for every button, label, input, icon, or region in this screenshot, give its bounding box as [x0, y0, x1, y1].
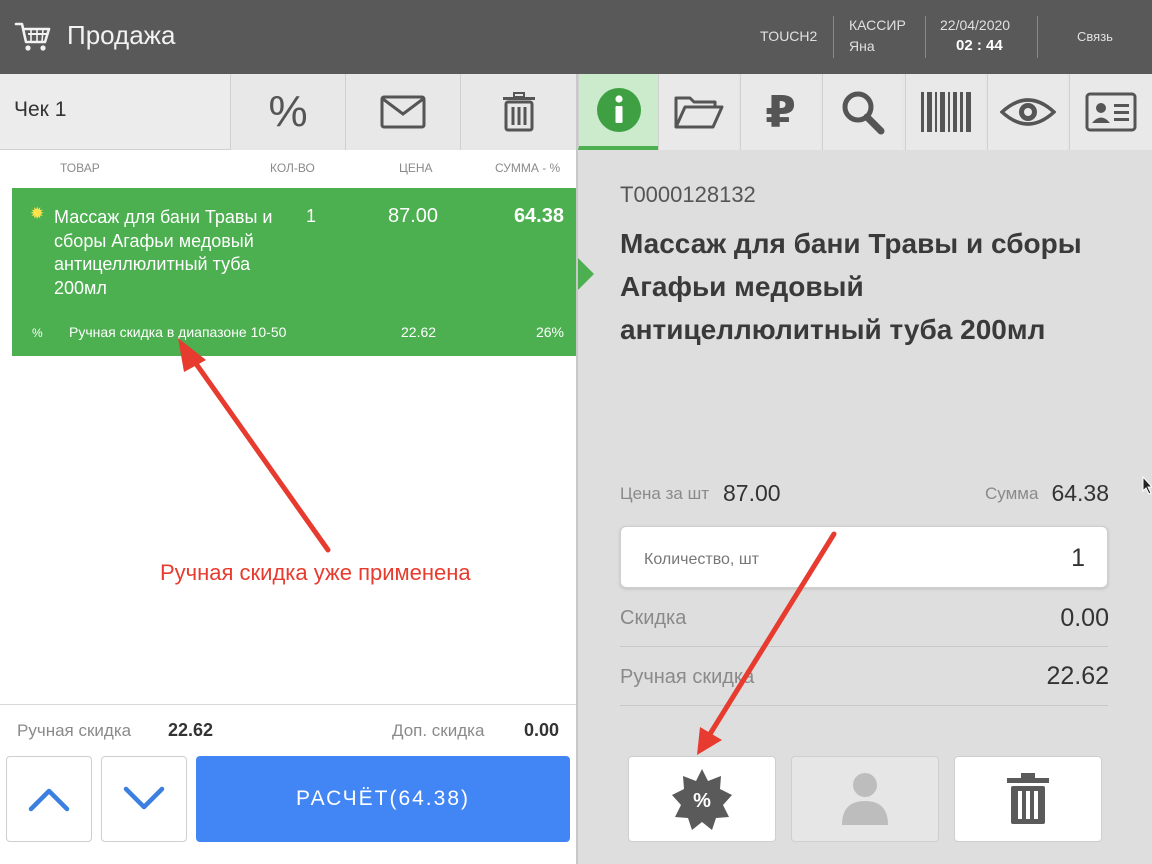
item-qty: 1	[306, 206, 317, 226]
search-icon	[842, 91, 884, 135]
id-card-icon	[1085, 92, 1137, 132]
pay-button[interactable]: РАСЧЁТ(64.38)	[196, 756, 570, 842]
item-sum: 64.38	[513, 205, 564, 227]
divider	[833, 16, 834, 58]
item-discount-button[interactable]: %	[628, 756, 776, 842]
manual-discount-value: 22.62	[168, 720, 214, 740]
sun-icon: ✹	[30, 204, 45, 223]
delete-item-button[interactable]	[954, 756, 1102, 842]
receipt-toolbar: Чек 1 %	[0, 74, 576, 150]
tab-barcode[interactable]	[905, 74, 985, 150]
folder-icon	[674, 96, 723, 129]
sum-value: 64.38	[1051, 480, 1109, 506]
ruble-icon: ₽	[765, 87, 796, 137]
receipt-discount-button[interactable]: %	[230, 74, 345, 150]
trash-icon	[502, 92, 535, 132]
divider	[925, 16, 926, 58]
top-bar: Продажа TOUCH2 КАССИР Яна 22/04/2020 02 …	[0, 0, 1152, 74]
product-name: Массаж для бани Травы и сборы Агафьи мед…	[620, 228, 1082, 345]
eye-icon	[999, 98, 1056, 126]
cashier-title: КАССИР	[849, 17, 906, 33]
quantity-field[interactable]: Количество, шт 1	[620, 526, 1108, 588]
unit-price-value: 87.00	[723, 480, 781, 506]
manual-discount-label: Ручная скидка	[620, 666, 755, 688]
cashier-name: Яна	[849, 38, 875, 54]
item-name: Массаж для бани Травы и сборы Агафьи мед…	[54, 207, 273, 298]
connection-button[interactable]: Связь	[1077, 29, 1113, 44]
divider	[0, 704, 576, 705]
quantity-value: 1	[1071, 544, 1085, 572]
discount-value: 0.00	[1060, 604, 1109, 632]
scroll-up-button[interactable]	[6, 756, 92, 842]
annotation-text: Ручная скидка уже применена	[160, 560, 471, 585]
item-price: 87.00	[388, 205, 439, 227]
page-title: Продажа	[67, 20, 176, 50]
chevron-down-icon	[123, 786, 165, 810]
chevron-up-icon	[28, 788, 70, 812]
receipt-panel: Чек 1 % ТОВАР КОЛ-ВО ЦЕНА СУММА - % ✹ Ма	[0, 74, 576, 864]
tab-catalog[interactable]	[658, 74, 738, 150]
date-display: 22/04/2020	[940, 17, 1011, 33]
tab-customer-card[interactable]	[1069, 74, 1152, 150]
extra-discount-label: Доп. скидка	[392, 721, 485, 740]
info-icon	[596, 88, 641, 132]
product-code: Т0000128132	[620, 182, 756, 207]
manual-discount-label: Ручная скидка	[17, 721, 132, 740]
trash-icon	[1007, 773, 1049, 824]
quantity-label: Количество, шт	[644, 551, 759, 568]
divider	[620, 646, 1108, 647]
receipt-title: Чек 1	[14, 98, 67, 121]
divider	[1037, 16, 1038, 58]
discount-amount: 22.62	[401, 324, 437, 340]
column-header-price: ЦЕНА	[399, 161, 433, 175]
assign-customer-button[interactable]	[791, 756, 939, 842]
table-row[interactable]: ✹ Массаж для бани Травы и сборы Агафьи м…	[12, 188, 576, 356]
unit-price-label: Цена за шт	[620, 484, 709, 503]
time-display: 02 : 44	[956, 37, 1003, 54]
column-header-sum: СУММА - %	[495, 161, 561, 175]
tab-info[interactable]	[578, 74, 658, 150]
column-header-qty: КОЛ-ВО	[270, 161, 315, 175]
manual-discount-value: 22.62	[1046, 662, 1109, 690]
selection-pointer	[578, 258, 594, 290]
delete-receipt-button[interactable]	[460, 74, 576, 150]
discount-label: Скидка	[620, 607, 687, 629]
discount-badge-icon: %	[672, 769, 732, 830]
scroll-down-button[interactable]	[101, 756, 187, 842]
tab-search[interactable]	[822, 74, 902, 150]
percent-icon: %	[268, 87, 308, 136]
tab-view[interactable]	[987, 74, 1067, 150]
product-toolbar: ₽	[578, 74, 1152, 150]
barcode-icon	[920, 92, 971, 132]
discount-percent: 26%	[535, 324, 564, 340]
discount-label: Ручная скидка в диапазоне 10-50	[69, 324, 287, 340]
discount-badge-symbol: %	[693, 790, 711, 812]
send-receipt-button[interactable]	[345, 74, 460, 150]
extra-discount-value: 0.00	[524, 720, 560, 740]
cart-icon	[14, 22, 51, 51]
tab-price[interactable]: ₽	[740, 74, 820, 150]
column-header-item: ТОВАР	[60, 161, 100, 175]
discount-percent-icon: %	[32, 326, 43, 340]
person-icon	[842, 773, 888, 825]
envelope-icon	[380, 95, 426, 129]
divider	[620, 705, 1108, 706]
terminal-name: TOUCH2	[760, 28, 818, 44]
mouse-cursor-icon	[1142, 476, 1152, 495]
sum-label: Сумма	[985, 484, 1039, 503]
